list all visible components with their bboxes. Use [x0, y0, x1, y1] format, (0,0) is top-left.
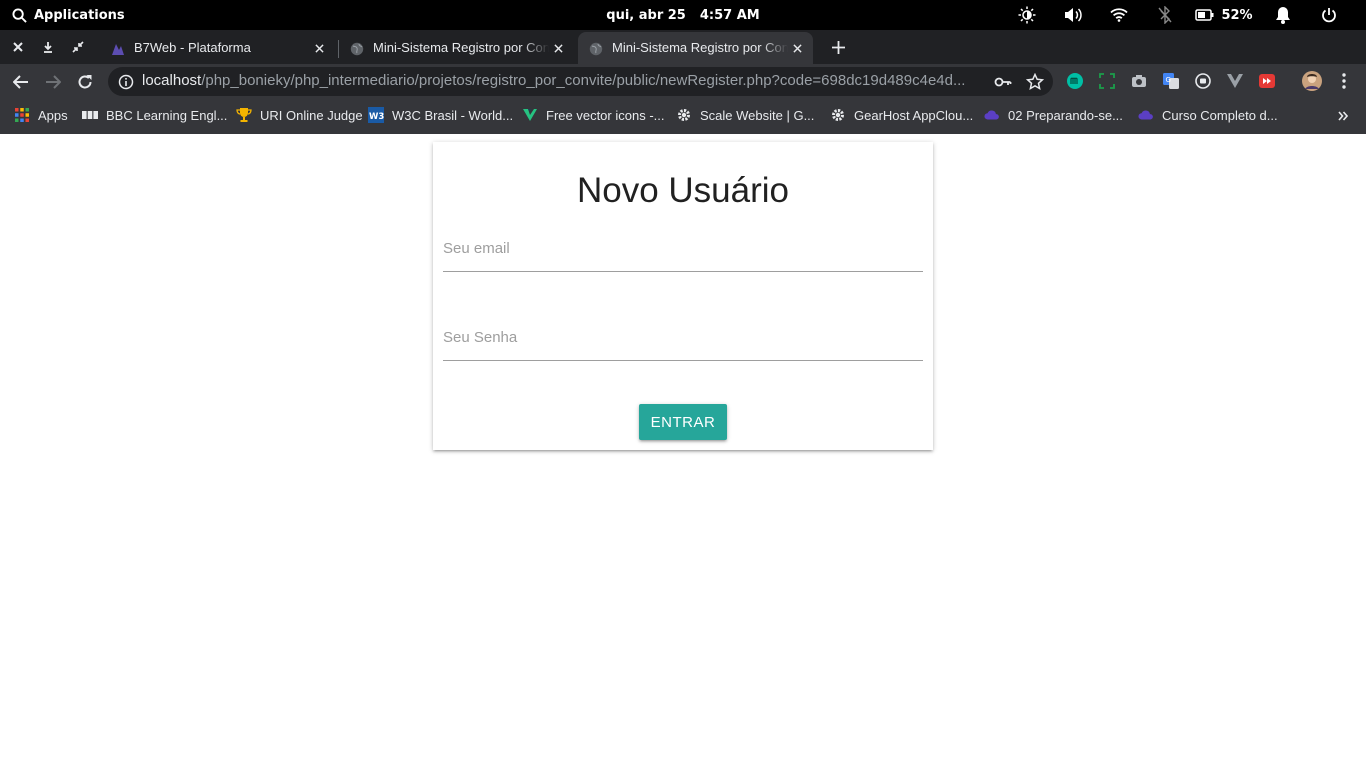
password-field[interactable] [443, 315, 923, 361]
reload-icon[interactable] [69, 66, 101, 98]
bookmark-star-icon[interactable] [1026, 73, 1044, 91]
bluetooth-off-icon[interactable] [1142, 0, 1188, 30]
gear-icon [676, 107, 692, 123]
tab-close-icon[interactable] [311, 40, 327, 56]
bookmarks-bar: Apps BBC Learning Engl... URI Online Jud… [0, 100, 1366, 134]
tab-strip: B7Web - Plataforma Mini-Sistema Registro… [0, 30, 1366, 64]
address-bar[interactable]: localhost/php_bonieky/php_intermediario/… [108, 67, 1053, 96]
wifi-icon[interactable] [1096, 0, 1142, 30]
battery-icon [1195, 9, 1214, 21]
applications-label: Applications [34, 7, 125, 23]
w3c-icon: W3 [368, 107, 384, 123]
svg-text:W3: W3 [369, 112, 384, 122]
fast-forward-icon[interactable] [1258, 72, 1276, 90]
battery-indicator[interactable]: 52% [1188, 0, 1260, 30]
new-tab-plus-icon[interactable] [824, 30, 852, 64]
bookmark-label: Apps [38, 107, 68, 123]
bbc-icon [82, 107, 98, 123]
tab-mini-sistema-2[interactable]: Mini-Sistema Registro por Convite [578, 32, 813, 64]
system-tray: 52% [1004, 0, 1352, 30]
night-light-icon[interactable] [1004, 0, 1050, 30]
bookmark-apps[interactable]: Apps [14, 100, 68, 130]
bookmark-label: W3C Brasil - World... [392, 107, 514, 123]
trophy-icon [236, 107, 252, 123]
cloud-icon [1138, 107, 1154, 123]
extension-screen-icon[interactable] [1098, 72, 1116, 90]
search-icon [12, 7, 27, 23]
bookmark-free-vector-icons[interactable]: Free vector icons -... [522, 100, 664, 130]
bookmark-label: 02 Preparando-se... [1008, 107, 1123, 123]
forward-arrow-icon[interactable] [37, 66, 69, 98]
camera-icon[interactable] [1130, 72, 1148, 90]
bookmark-uri[interactable]: URI Online Judge [236, 100, 363, 130]
bookmark-gearhost[interactable]: GearHost AppClou... [830, 100, 973, 130]
register-card: Novo Usuário ENTRAR [433, 142, 933, 450]
bookmark-label: GearHost AppClou... [854, 107, 974, 123]
tab-b7web[interactable]: B7Web - Plataforma [100, 32, 335, 64]
google-translate-icon[interactable]: G [1162, 72, 1180, 90]
bookmark-label: URI Online Judge [260, 107, 363, 123]
b7web-favicon-icon [110, 41, 126, 57]
browser-toolbar: localhost/php_bonieky/php_intermediario/… [0, 64, 1366, 100]
tab-close-icon[interactable] [550, 40, 566, 56]
tab-close-icon[interactable] [789, 40, 805, 56]
menu-kebab-icon[interactable] [1335, 72, 1353, 90]
site-info-icon[interactable] [118, 74, 134, 90]
globe-icon [588, 41, 604, 57]
email-field[interactable] [443, 226, 923, 272]
tab-title: Mini-Sistema Registro por Convite [612, 40, 788, 55]
os-top-bar: Applications qui, abr 25 4:57 AM 52% [0, 0, 1366, 30]
bookmarks-overflow-chevron-icon[interactable] [1333, 106, 1353, 126]
tab-mini-sistema-1[interactable]: Mini-Sistema Registro por Convite [339, 32, 574, 64]
notifications-bell-icon[interactable] [1260, 0, 1306, 30]
tab-title: B7Web - Plataforma [134, 40, 251, 55]
bookmark-bbc[interactable]: BBC Learning Engl... [82, 100, 227, 130]
profile-avatar[interactable] [1302, 71, 1322, 91]
battery-percent: 52% [1221, 7, 1253, 23]
page-title: Novo Usuário [576, 171, 790, 210]
back-arrow-icon[interactable] [5, 66, 37, 98]
gear-icon [830, 107, 846, 123]
key-icon[interactable] [994, 73, 1012, 91]
bookmark-preparando[interactable]: 02 Preparando-se... [984, 100, 1123, 130]
bookmark-label: Free vector icons -... [546, 107, 665, 123]
power-icon[interactable] [1306, 0, 1352, 30]
globe-icon [349, 41, 365, 57]
vue-devtools-icon[interactable] [1226, 72, 1244, 90]
tab-title: Mini-Sistema Registro por Convite [373, 40, 549, 55]
apps-grid-icon [14, 107, 30, 123]
url-host: localhost [142, 72, 202, 89]
window-restore-icon[interactable] [63, 30, 93, 64]
bookmark-label: Curso Completo d... [1162, 107, 1278, 123]
bookmark-scale-website[interactable]: Scale Website | G... [676, 100, 814, 130]
url-text[interactable]: localhost/php_bonieky/php_intermediario/… [142, 72, 987, 89]
bookmark-curso-completo[interactable]: Curso Completo d... [1138, 100, 1278, 130]
bookmark-w3c[interactable]: W3 W3C Brasil - World... [368, 100, 513, 130]
applications-menu[interactable]: Applications [12, 0, 125, 30]
extension-circle-icon[interactable] [1194, 72, 1212, 90]
vector-icon [522, 107, 538, 123]
bookmark-label: Scale Website | G... [700, 107, 815, 123]
svg-text:G: G [1166, 76, 1171, 84]
window-close-icon[interactable] [3, 30, 33, 64]
submit-button[interactable]: ENTRAR [639, 404, 727, 440]
bookmark-label: BBC Learning Engl... [106, 107, 228, 123]
date-label[interactable]: qui, abr 25 [606, 8, 686, 23]
cloud-icon [984, 107, 1000, 123]
volume-icon[interactable] [1050, 0, 1096, 30]
window-minimize-icon[interactable] [33, 30, 63, 64]
time-label[interactable]: 4:57 AM [700, 8, 760, 23]
extension-m-icon[interactable] [1066, 72, 1084, 90]
url-path: /php_bonieky/php_intermediario/projetos/… [201, 72, 966, 89]
